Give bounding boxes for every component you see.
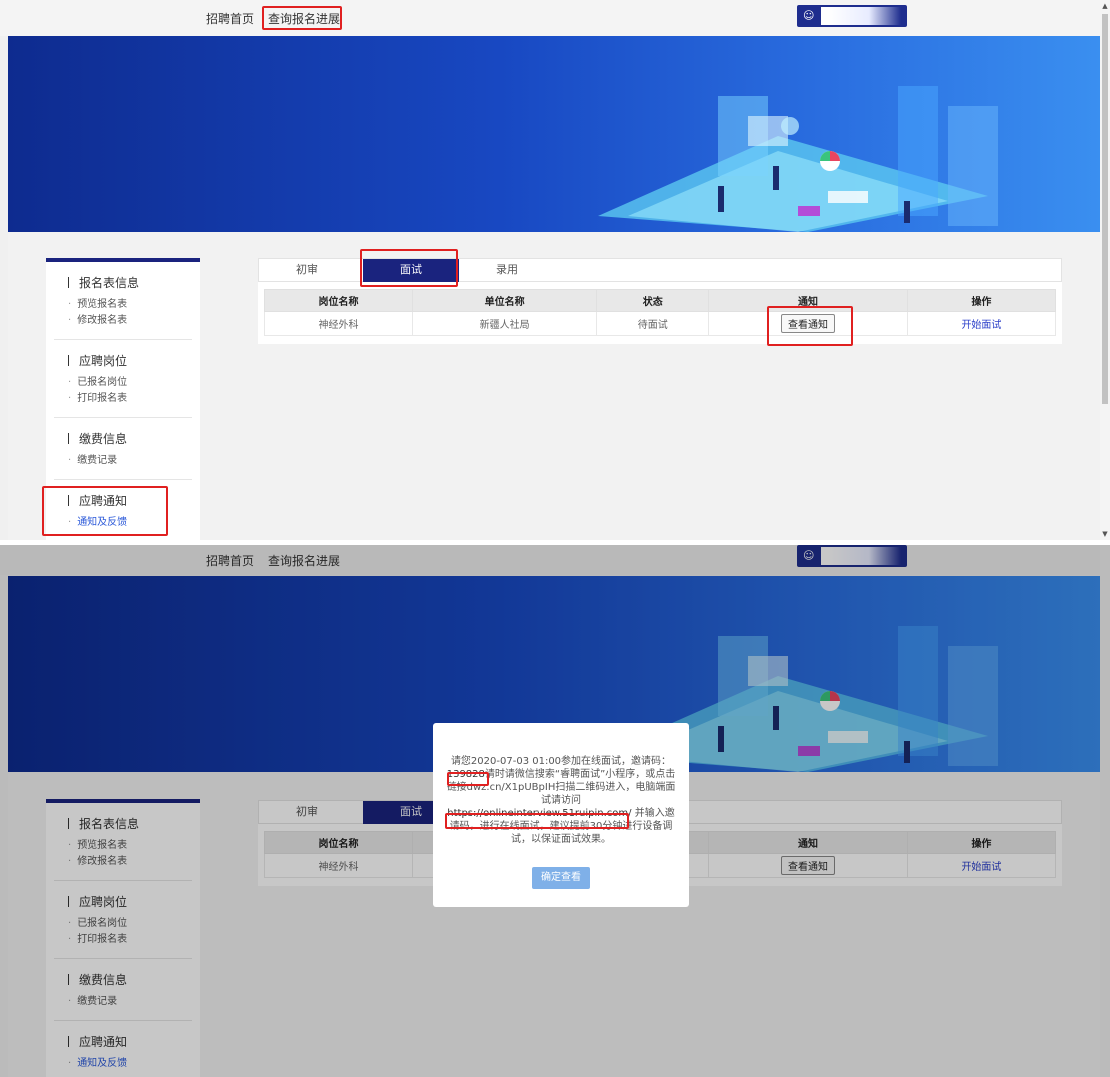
modal-message: 请您2020-07-03 01:00参加在线面试，邀请码： 139828请时请微… (445, 755, 677, 846)
tab-preliminary[interactable]: 初审 (259, 259, 355, 282)
tab-hire[interactable]: 录用 (459, 259, 555, 282)
sidebar-item-preview[interactable]: 预览报名表 (68, 297, 192, 313)
sidebar-item-print[interactable]: 打印报名表 (68, 391, 192, 407)
col-status: 状态 (596, 289, 710, 312)
banner-illustration (598, 86, 998, 232)
sidebar-section-title: 缴费信息 (68, 430, 192, 447)
cell-position: 神经外科 (263, 311, 414, 336)
modal-line-1: 请您2020-07-03 01:00参加在线面试，邀请码： (450, 756, 672, 767)
nav-home-link[interactable]: 招聘首页 (206, 10, 254, 27)
sidebar-section-title: 应聘岗位 (68, 352, 192, 369)
sidebar-section-payment: 缴费信息 缴费记录 (54, 418, 192, 480)
cell-status: 待面试 (596, 311, 710, 336)
notice-modal: 请您2020-07-03 01:00参加在线面试，邀请码： 139828请时请微… (433, 723, 689, 907)
top-nav-bar: 招聘首页 查询报名进展 ☺ (0, 0, 1100, 36)
screenshot-panel-1: 招聘首页 查询报名进展 ☺ 报名表信息 · 预览报名表 · 修改报名表 应聘岗位… (0, 0, 1110, 540)
vertical-scrollbar[interactable]: ▲ ▼ (1100, 0, 1110, 540)
highlight-box (42, 486, 168, 536)
col-position: 岗位名称 (263, 289, 414, 312)
scroll-thumb[interactable] (1102, 14, 1108, 404)
highlight-box (360, 249, 458, 287)
col-unit: 单位名称 (412, 289, 598, 312)
highlight-box (767, 306, 853, 346)
table-header-row: 岗位名称 单位名称 状态 通知 操作 (263, 289, 1057, 312)
highlight-box (447, 772, 489, 786)
sidebar-section-positions: 应聘岗位 已报名岗位 打印报名表 (54, 340, 192, 418)
table-row: 神经外科 新疆人社局 待面试 查看通知 开始面试 (263, 311, 1057, 336)
sidebar-item-applied[interactable]: 已报名岗位 (68, 375, 192, 391)
cell-action: 开始面试 (906, 311, 1057, 336)
sidebar-section-form: 报名表信息 预览报名表 修改报名表 (54, 262, 192, 340)
confirm-view-button[interactable]: 确定查看 (532, 867, 590, 889)
scroll-down-arrow-icon[interactable]: ▼ (1101, 530, 1109, 538)
user-name-redacted (821, 7, 901, 25)
progress-table: 岗位名称 单位名称 状态 通知 操作 神经外科 新疆人社局 待面试 查看通知 开… (263, 289, 1057, 336)
col-action: 操作 (906, 289, 1057, 312)
scroll-up-arrow-icon[interactable]: ▲ (1101, 2, 1109, 10)
banner-image (8, 36, 1100, 232)
start-interview-link[interactable]: 开始面试 (961, 320, 1001, 331)
sidebar-section-title: 报名表信息 (68, 274, 192, 291)
highlight-box (262, 6, 342, 30)
user-account-box[interactable]: ☺ (797, 5, 907, 27)
screenshot-panel-2: 招聘首页 查询报名进展 ☺ 报名表信息 预览报名表 (0, 545, 1110, 1077)
sidebar-item-edit[interactable]: 修改报名表 (68, 313, 192, 329)
highlight-box (445, 813, 629, 829)
sidebar-item-payment-record[interactable]: 缴费记录 (68, 453, 192, 469)
cell-unit: 新疆人社局 (412, 311, 598, 336)
user-icon: ☺ (803, 9, 815, 22)
